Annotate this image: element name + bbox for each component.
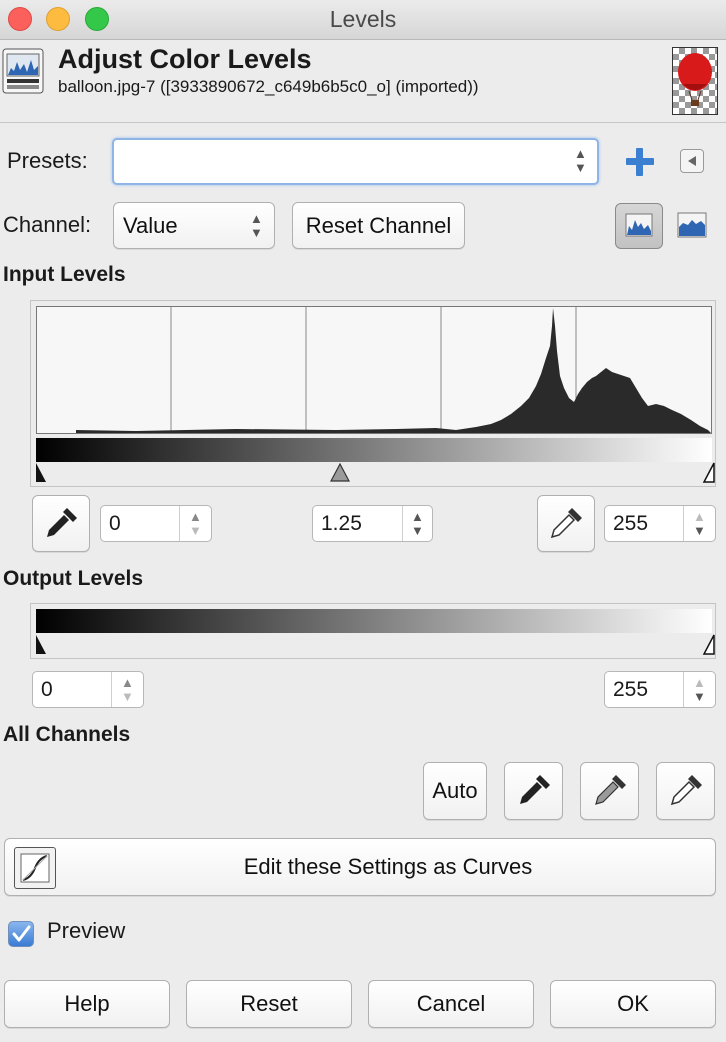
reset-button[interactable]: Reset (186, 980, 352, 1028)
output-low-stepper-icon[interactable]: ▲ ▼ (121, 676, 134, 704)
title-bar: Levels (0, 0, 726, 40)
auto-pick-white-button[interactable] (656, 762, 715, 820)
presets-label: Presets: (7, 148, 88, 173)
auto-button[interactable]: Auto (423, 762, 487, 820)
black-point-value: 0 (109, 512, 121, 535)
white-eyedropper-icon (670, 775, 702, 806)
window-title: Levels (329, 6, 397, 32)
edit-as-curves-label: Edit these Settings as Curves (243, 854, 533, 879)
white-point-value: 255 (613, 512, 649, 535)
output-gradient-bar (36, 609, 712, 633)
output-high-value: 255 (613, 678, 649, 701)
output-sliders (36, 634, 715, 655)
output-low-slider (36, 635, 46, 654)
add-preset-icon[interactable] (622, 144, 658, 180)
levels-icon (2, 48, 44, 94)
output-low-field[interactable]: 0 ▲ ▼ (32, 671, 144, 708)
linear-histogram-toggle[interactable] (615, 203, 663, 249)
black-point-field[interactable]: 0 ▲ ▼ (100, 505, 212, 542)
black-point-stepper-icon[interactable]: ▲ ▼ (189, 510, 202, 538)
channel-stepper-icon: ▲ ▼ (250, 211, 263, 240)
auto-pick-black-button[interactable] (504, 762, 563, 820)
pick-black-point-button[interactable] (32, 495, 90, 552)
preview-checkbox[interactable] (8, 921, 34, 947)
gamma-stepper-icon[interactable]: ▲ ▼ (411, 510, 424, 538)
gamma-value: 1.25 (321, 512, 362, 535)
presets-stepper-icon: ▲ ▼ (574, 146, 587, 175)
dialog-title: Adjust Color Levels (58, 44, 312, 74)
output-low-value: 0 (41, 678, 53, 701)
input-sliders (36, 462, 715, 483)
auto-pick-gray-button[interactable] (580, 762, 639, 820)
histogram (36, 306, 712, 434)
all-channels-heading: All Channels (3, 723, 131, 746)
white-point-stepper-icon[interactable]: ▲ ▼ (693, 510, 706, 538)
channel-select[interactable]: Value ▲ ▼ (113, 202, 275, 249)
presets-menu-icon[interactable] (680, 149, 704, 173)
edit-as-curves-button[interactable]: Edit these Settings as Curves (4, 838, 716, 896)
pick-white-point-button[interactable] (537, 495, 595, 552)
balloon-thumbnail (672, 47, 718, 115)
output-high-field[interactable]: 255 ▲ ▼ (604, 671, 716, 708)
black-eyedropper-icon (520, 775, 550, 804)
reset-channel-button[interactable]: Reset Channel (292, 202, 465, 249)
preview-label: Preview (47, 918, 126, 943)
channel-label: Channel: (3, 212, 92, 237)
input-levels-heading: Input Levels (3, 263, 126, 286)
gamma-slider (330, 462, 350, 482)
presets-combo[interactable]: ▲ ▼ (112, 138, 599, 185)
output-high-stepper-icon[interactable]: ▲ ▼ (693, 676, 706, 704)
checkmark-icon (12, 925, 31, 942)
white-point-field[interactable]: 255 ▲ ▼ (604, 505, 716, 542)
output-high-slider (702, 634, 715, 655)
white-point-slider (702, 462, 715, 483)
ok-button[interactable]: OK (550, 980, 716, 1028)
input-gradient-bar (36, 438, 712, 462)
channel-select-value: Value (123, 213, 178, 238)
logarithmic-histogram-toggle[interactable] (670, 203, 716, 249)
black-point-slider (36, 463, 46, 482)
gamma-field[interactable]: 1.25 ▲ ▼ (312, 505, 433, 542)
gray-eyedropper-icon (595, 775, 626, 805)
output-levels-heading: Output Levels (3, 567, 144, 590)
white-eyedropper-icon (550, 508, 582, 539)
help-button[interactable]: Help (4, 980, 170, 1028)
header-separator (0, 122, 726, 123)
image-subtitle: balloon.jpg-7 ([3933890672_c649b6b5c0_o]… (58, 77, 479, 96)
cancel-button[interactable]: Cancel (368, 980, 534, 1028)
black-eyedropper-icon (47, 508, 77, 537)
